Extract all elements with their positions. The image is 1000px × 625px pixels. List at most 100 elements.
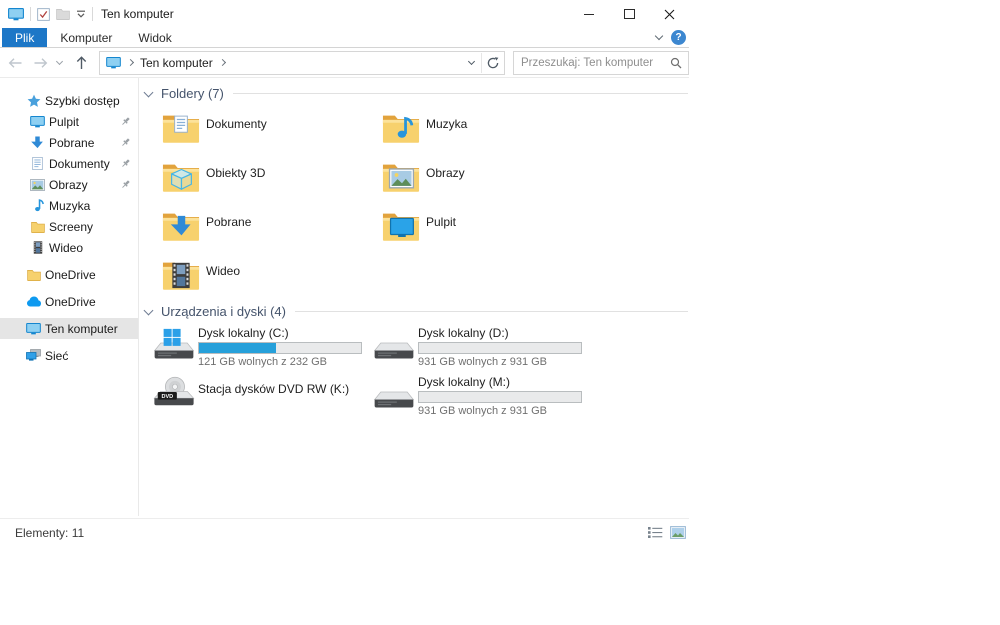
disk-usage-fill [199,343,277,353]
up-button[interactable] [74,57,89,69]
navigation-pane: Szybki dostęp Pulpit Pobrane Dokumenty O… [0,90,138,366]
section-divider [295,311,688,312]
drive-free-space: 931 GB wolnych z 931 GB [418,356,548,368]
quick-access-toolbar: Ten komputer [0,7,174,21]
sidebar-item-screeny[interactable]: Screeny [0,216,138,237]
music-note-icon [29,199,46,212]
pin-icon [120,137,131,148]
drive-tile-k-dvd[interactable]: Stacja dysków DVD RW (K:) [140,374,360,423]
close-icon [664,9,675,20]
divider [30,7,31,21]
recent-locations-button[interactable] [55,57,64,65]
disk-usage-bar [418,342,582,354]
tab-plik[interactable]: Plik [2,28,48,47]
sidebar-item-label: Dokumenty [49,156,110,171]
folder-name: Muzyka [426,117,468,131]
sidebar-item-pulpit[interactable]: Pulpit [0,111,138,132]
sidebar-item-obrazy[interactable]: Obrazy [0,174,138,195]
desktop-icon [29,116,46,128]
sidebar-item-onedrive-folder[interactable]: OneDrive [0,264,138,285]
customize-qat-dropdown-icon[interactable] [76,10,86,19]
pin-icon [120,116,131,127]
pane-divider[interactable] [138,78,139,516]
collapse-chevron-icon[interactable] [143,305,154,316]
large-icons-view-icon[interactable] [670,526,686,539]
drive-name: Dysk lokalny (M:) [418,375,511,389]
documents-folder-icon [162,115,200,144]
sidebar-item-onedrive-cloud[interactable]: OneDrive [0,291,138,312]
drive-name: Dysk lokalny (D:) [418,326,509,340]
address-bar[interactable]: Ten komputer [99,50,505,75]
folder-tile-dokumenty[interactable]: Dokumenty [140,104,360,153]
downloads-icon [29,136,46,149]
maximize-button[interactable] [609,0,649,28]
drive-tile-m[interactable]: Dysk lokalny (M:) 931 GB wolnych z 931 G… [360,374,582,423]
section-header-urzadzenia[interactable]: Urządzenia i dyski (4) [140,304,688,319]
sidebar-item-label: Muzyka [49,198,91,213]
up-arrow-icon [76,55,88,70]
navigation-bar: Ten komputer [0,48,689,78]
breadcrumb[interactable]: Ten komputer [140,56,213,70]
folder-tile-pulpit[interactable]: Pulpit [360,202,580,251]
minimize-button[interactable] [569,0,609,28]
sidebar-item-pobrane[interactable]: Pobrane [0,132,138,153]
drives-grid: Dysk lokalny (C:) 121 GB wolnych z 232 G… [140,325,582,423]
hard-drive-icon [372,327,416,361]
properties-icon[interactable] [37,8,50,21]
new-folder-icon [56,8,70,20]
hard-drive-icon [372,376,416,410]
sidebar-item-ten-komputer[interactable]: Ten komputer [0,318,138,339]
sidebar-item-siec[interactable]: Sieć [0,345,138,366]
breadcrumb-chevron-icon[interactable] [218,58,226,67]
pictures-folder-icon [382,160,420,193]
quick-access-star-icon [25,94,42,108]
breadcrumb-chevron-icon[interactable] [126,58,135,67]
disk-usage-bar [198,342,362,354]
disk-usage-bar [418,391,582,403]
drive-tile-d[interactable]: Dysk lokalny (D:) 931 GB wolnych z 931 G… [360,325,582,374]
folder-tile-obiekty-3d[interactable]: Obiekty 3D [140,153,360,202]
forward-button[interactable] [33,57,48,69]
view-switcher [647,526,686,539]
help-button[interactable]: ? [671,30,686,45]
section-divider [232,93,688,94]
refresh-icon[interactable] [487,57,499,69]
expand-ribbon-icon[interactable] [654,31,664,41]
folder-tile-pobrane[interactable]: Pobrane [140,202,360,251]
address-bar-controls [467,52,502,73]
network-icon [25,349,42,362]
explorer-app-icon [8,8,24,21]
sidebar-item-wideo[interactable]: Wideo [0,237,138,258]
folders-grid: Dokumenty Muzyka Obiekty 3D Obrazy Pobra… [140,104,580,300]
section-header-foldery[interactable]: Foldery (7) [140,86,688,101]
drive-free-space: 931 GB wolnych z 931 GB [418,405,548,417]
sidebar-item-dokumenty[interactable]: Dokumenty [0,153,138,174]
drive-info: Dysk lokalny (D:) 931 GB wolnych z 931 G… [418,326,582,374]
minimize-icon [584,13,594,15]
address-history-dropdown-icon[interactable] [467,57,476,65]
title-bar: Ten komputer [0,0,689,28]
drive-tile-c[interactable]: Dysk lokalny (C:) 121 GB wolnych z 232 G… [140,325,362,374]
folder-name: Pobrane [206,215,252,229]
collapse-chevron-icon[interactable] [143,87,154,98]
section-title: Urządzenia i dyski (4) [161,304,286,319]
videos-film-icon [29,241,46,254]
close-button[interactable] [649,0,689,28]
folder-tile-obrazy[interactable]: Obrazy [360,153,580,202]
this-pc-icon [106,57,121,69]
sidebar-item-szybki-dostep[interactable]: Szybki dostęp [0,90,138,111]
window-controls [569,0,689,28]
details-view-icon[interactable] [647,526,663,539]
search-input[interactable] [514,56,670,69]
sidebar-item-muzyka[interactable]: Muzyka [0,195,138,216]
tab-widok[interactable]: Widok [125,28,184,47]
folder-tile-wideo[interactable]: Wideo [140,251,360,300]
explorer-body: Szybki dostęp Pulpit Pobrane Dokumenty O… [0,78,689,518]
search-icon[interactable] [670,57,682,69]
drive-free-space: 121 GB wolnych z 232 GB [198,356,328,368]
sidebar-item-label: Wideo [49,240,84,255]
status-bar: Elementy: 11 [0,518,689,546]
tab-komputer[interactable]: Komputer [47,28,125,47]
folder-tile-muzyka[interactable]: Muzyka [360,104,580,153]
back-button[interactable] [8,57,23,69]
